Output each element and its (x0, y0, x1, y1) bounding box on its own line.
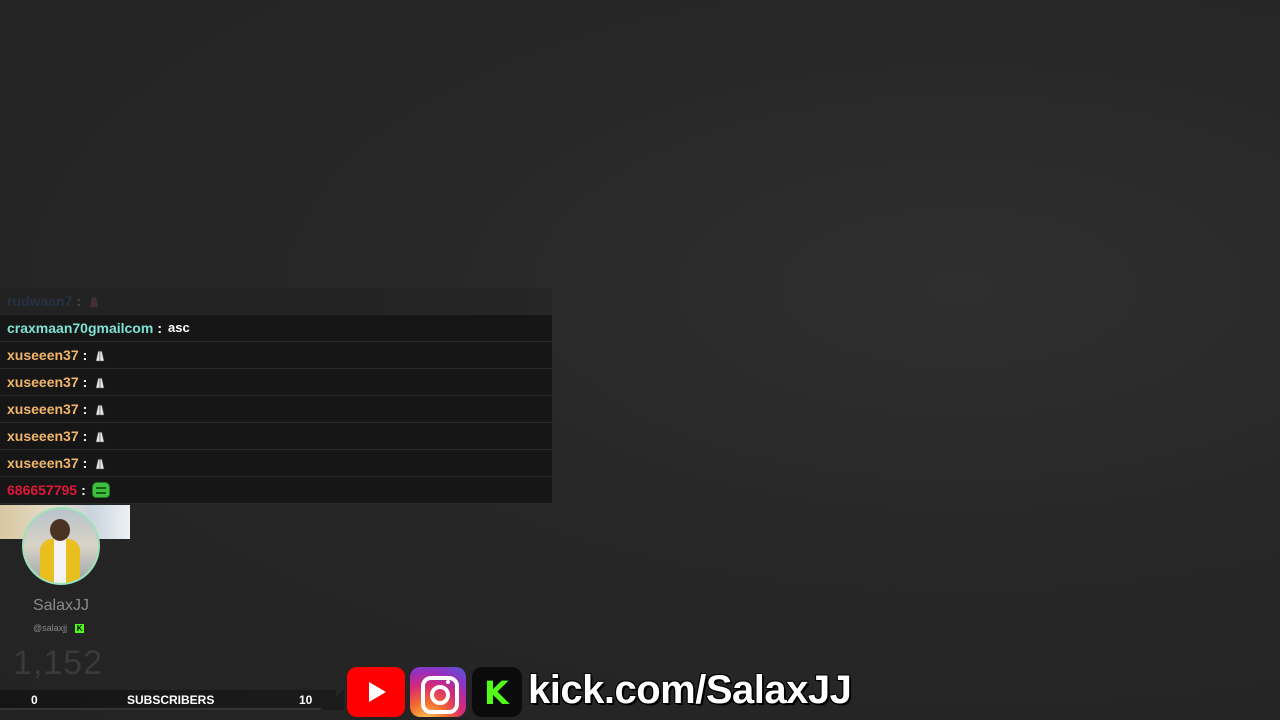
chat-username[interactable]: xuseeen37 (7, 396, 79, 422)
chat-separator: : (76, 293, 82, 309)
youtube-icon[interactable] (347, 667, 405, 717)
chat-separator: : (82, 455, 88, 471)
chat-message: craxmaan70gmailcom: asc (0, 315, 552, 342)
praying-hands-icon (95, 458, 105, 470)
handle-text: @salaxjj (33, 623, 68, 633)
subscriber-goal-bar: 0 SUBSCRIBERS 10 (0, 690, 336, 710)
chat-username[interactable]: craxmaan70gmailcom (7, 315, 153, 341)
kick-badge-icon: K (75, 623, 85, 633)
sub-goal: 10 (299, 693, 313, 707)
chat-username[interactable]: rudwaan7 (7, 288, 72, 314)
chat-separator: : (81, 482, 86, 498)
chat-username[interactable]: xuseeen37 (7, 369, 79, 395)
sub-progress-track (0, 708, 330, 710)
chat-username[interactable]: xuseeen37 (7, 423, 79, 449)
chat-overlay: rudwaan7: craxmaan70gmailcom: asc xuseeen37… (0, 288, 552, 504)
bar-divider (320, 690, 344, 710)
kick-icon[interactable]: K (472, 667, 522, 717)
sub-label: SUBSCRIBERS (127, 693, 215, 707)
instagram-icon[interactable] (410, 667, 466, 717)
kick-logo-letter: K (484, 674, 509, 712)
chat-separator: : (82, 428, 88, 444)
avatar (22, 507, 100, 585)
sub-current: 0 (31, 693, 38, 707)
chat-username[interactable]: xuseeen37 (7, 342, 79, 368)
chat-username[interactable]: 686657795 (7, 477, 77, 503)
praying-hands-icon (95, 431, 105, 443)
kick-url[interactable]: kick.com/SalaxJJ (528, 668, 852, 713)
chat-separator: : (82, 374, 88, 390)
chat-message: 686657795: (0, 477, 552, 504)
pepe-emote-icon (91, 482, 110, 498)
praying-hands-icon (95, 377, 105, 389)
chat-text: asc (167, 320, 190, 335)
streamer-name: SalaxJJ (32, 597, 90, 614)
follower-count: 1,152 (13, 644, 104, 682)
chat-message: xuseeen37: (0, 423, 552, 450)
chat-message: xuseeen37: (0, 396, 552, 423)
chat-message: rudwaan7: (0, 288, 552, 315)
praying-hands-icon (95, 404, 105, 416)
heart-hands-icon (89, 296, 99, 308)
chat-separator: : (82, 401, 88, 417)
chat-username[interactable]: xuseeen37 (7, 450, 79, 476)
chat-message: xuseeen37: (0, 342, 552, 369)
streamer-handle: @salaxjj K (33, 623, 85, 633)
chat-message: xuseeen37: (0, 450, 552, 477)
chat-separator: : (82, 347, 88, 363)
praying-hands-icon (95, 350, 105, 362)
chat-message: xuseeen37: (0, 369, 552, 396)
chat-separator: : (157, 320, 162, 336)
